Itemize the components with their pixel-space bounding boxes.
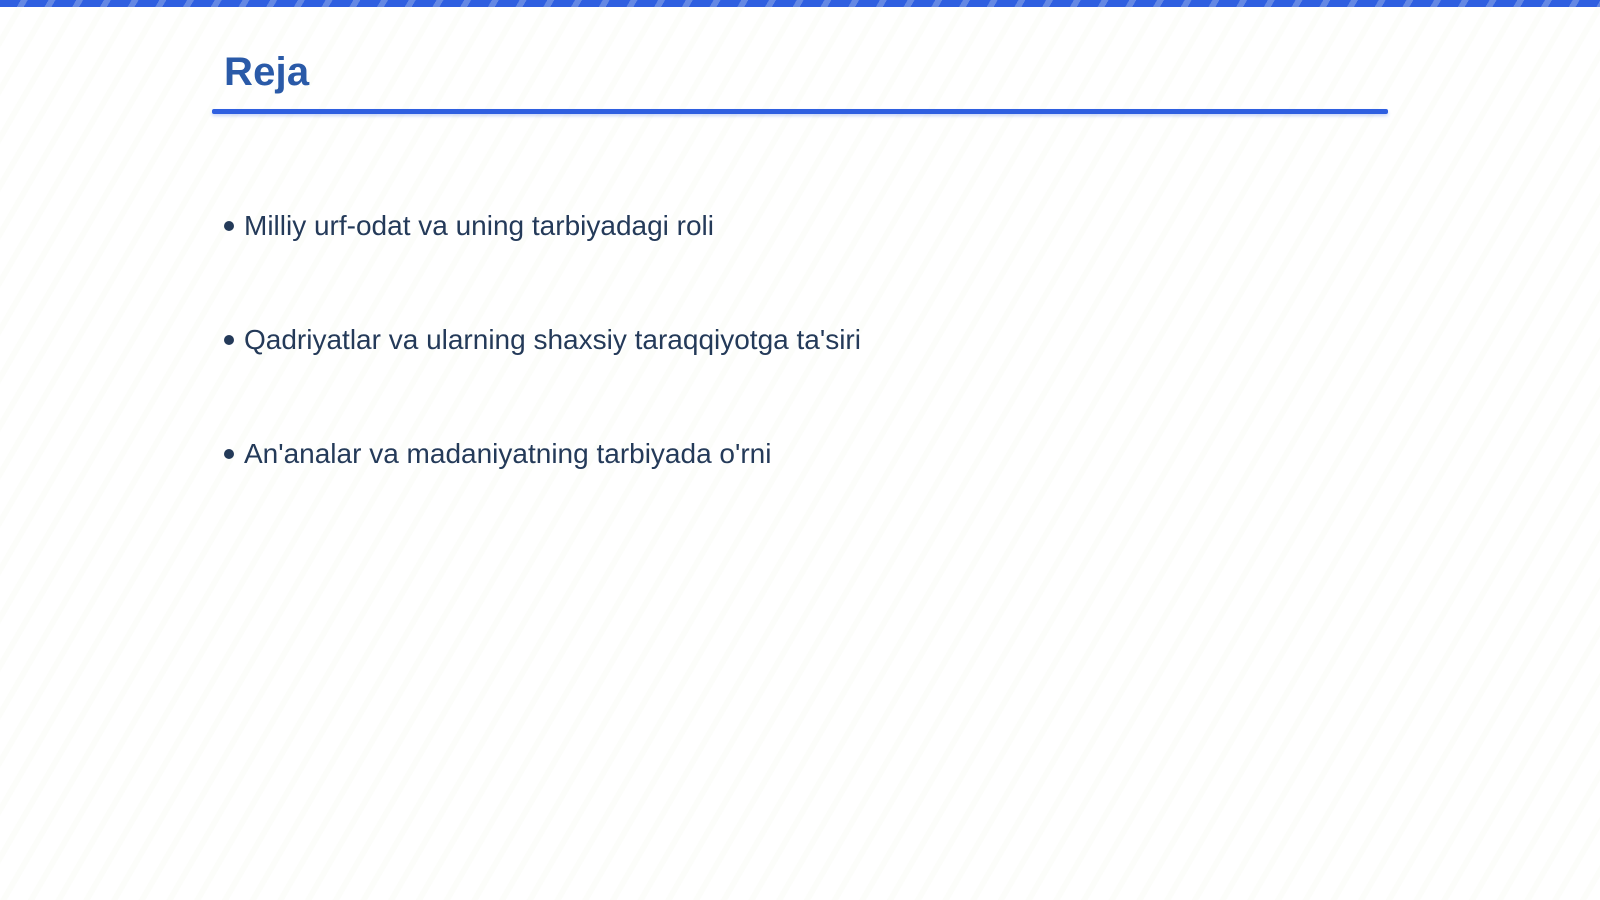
bullet-item: An'analar va madaniyatning tarbiyada o'r…: [224, 434, 861, 474]
bullet-list: Milliy urf-odat va uning tarbiyadagi rol…: [224, 206, 861, 548]
bullet-icon: [224, 335, 234, 345]
presentation-slide: Reja Milliy urf-odat va uning tarbiyadag…: [0, 0, 1600, 900]
bullet-text: An'analar va madaniyatning tarbiyada o'r…: [244, 438, 772, 469]
bullet-icon: [224, 449, 234, 459]
bullet-item: Milliy urf-odat va uning tarbiyadagi rol…: [224, 206, 861, 246]
bullet-text: Qadriyatlar va ularning shaxsiy taraqqiy…: [244, 324, 861, 355]
title-underline: [212, 109, 1388, 114]
bullet-icon: [224, 221, 234, 231]
slide-title: Reja: [224, 50, 310, 94]
bullet-item: Qadriyatlar va ularning shaxsiy taraqqiy…: [224, 320, 861, 360]
bullet-text: Milliy urf-odat va uning tarbiyadagi rol…: [244, 210, 714, 241]
